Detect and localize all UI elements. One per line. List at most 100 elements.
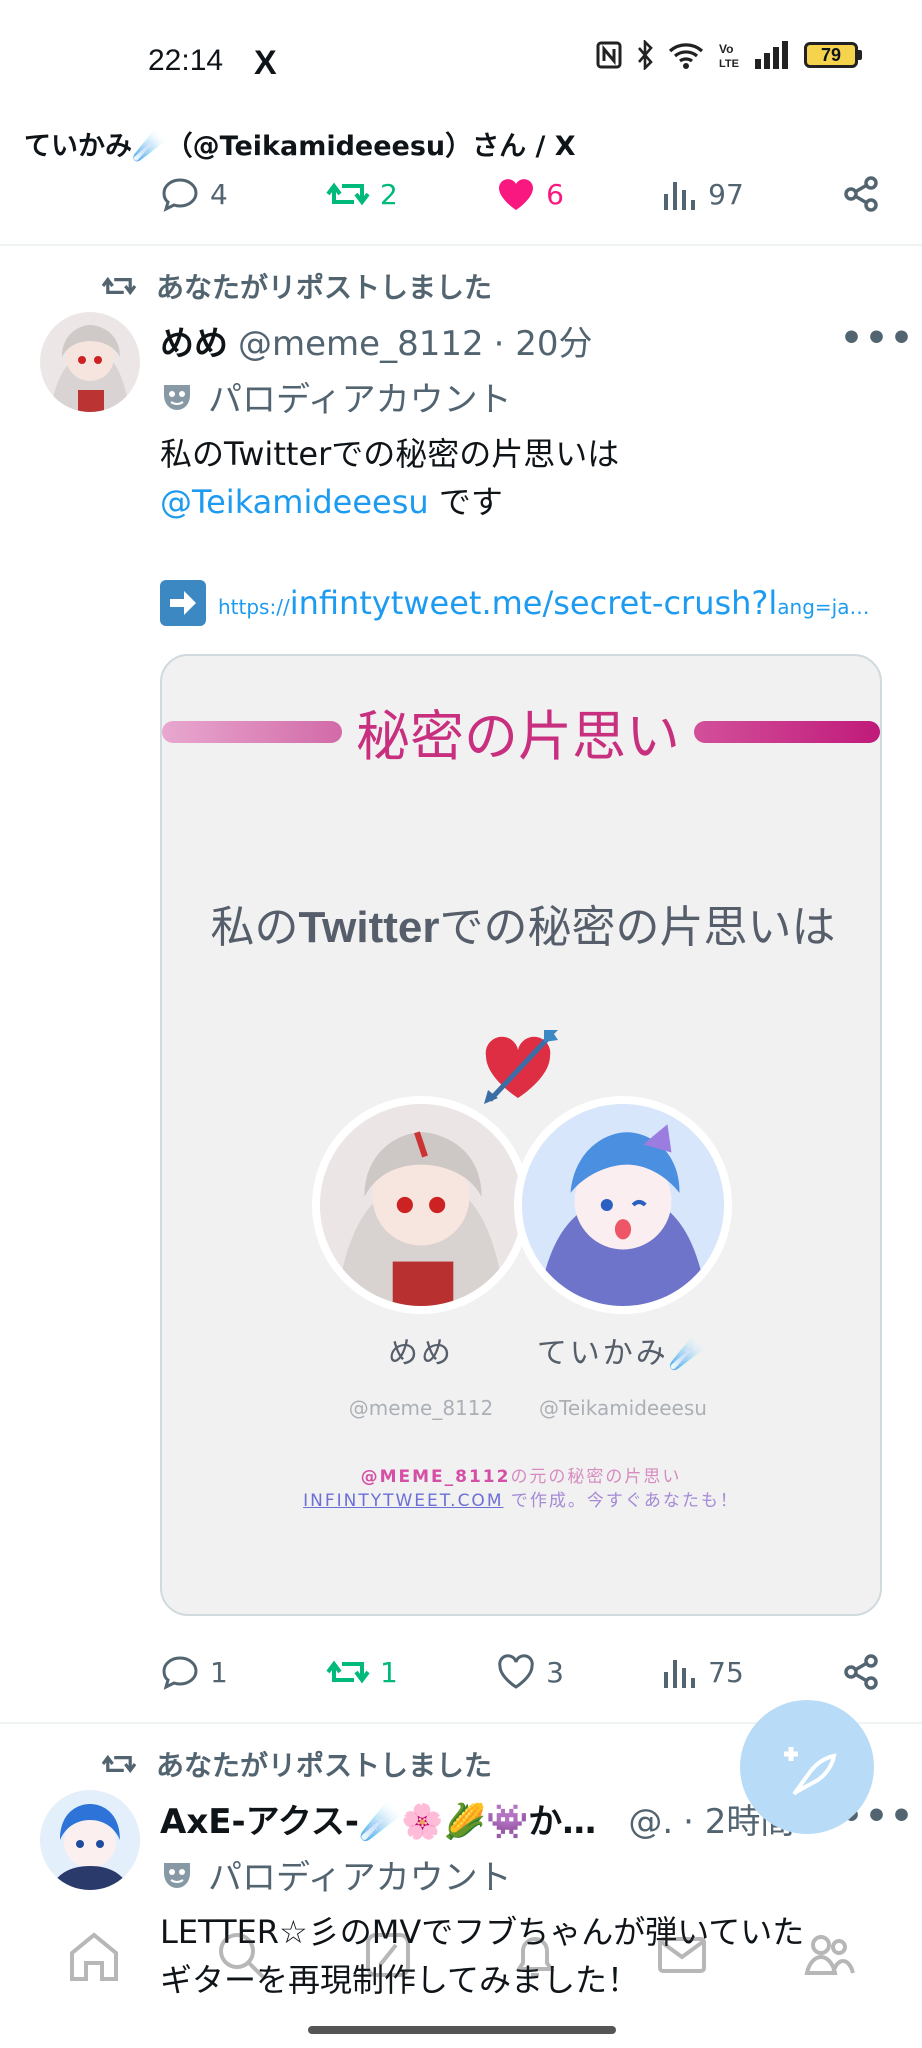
repost-count: 1 [380,1655,398,1689]
tweet-time: · 20分 [493,324,593,364]
status-time: 22:14 [148,44,224,77]
author-name[interactable]: めめ [160,316,228,365]
mail-icon [657,1937,706,1973]
wifi-icon [668,43,704,69]
link-card[interactable]: 秘密の片思い 私のTwitterでの秘密の片思いは めめ ていかみ☄️ @mem… [160,654,882,1616]
grok-icon [365,1933,410,1977]
author-name[interactable]: AxE-アクス-☄️🌸🌽👾か… [160,1794,596,1843]
tweet-url-link[interactable]: https://infintytweet.me/secret-crush?l an… [218,584,870,622]
card-left-name: めめ [388,1336,454,1371]
card-footer-site[interactable]: INFINTYTWEET.COM [303,1491,503,1511]
bluetooth-icon [638,40,653,70]
card-footer-line2: INFINTYTWEET.COM で作成。今すぐあなたも！ [162,1486,880,1511]
url-prefix: https:// [218,595,290,619]
more-options-button[interactable]: ••• [840,318,915,359]
heart-filled-icon [499,179,534,210]
card-right-handle: @Teikamideeesu [539,1396,707,1420]
views-count: 97 [708,177,744,211]
card-left-handle: @meme_8112 [348,1396,494,1420]
like-count: 6 [546,177,564,211]
gesture-bar [308,2026,616,2034]
bottom-nav [0,1890,922,2020]
reply-button[interactable]: 1 [160,1652,228,1692]
views-button[interactable]: 97 [662,176,744,212]
nfc-icon [596,41,622,69]
share-icon [844,1654,878,1690]
nav-search[interactable] [201,1915,281,1995]
card-message-brand: Twitter [298,903,440,952]
views-icon [664,1660,696,1688]
share-button[interactable] [842,175,880,213]
compose-button[interactable] [740,1700,874,1834]
repost-button[interactable]: 2 [326,174,398,214]
title-bar-right [694,720,880,743]
share-button[interactable] [842,1653,880,1691]
views-count: 75 [708,1655,744,1689]
svg-text:Vo: Vo [719,42,733,56]
card-avatar-right [514,1096,732,1314]
arrow-right-icon [160,580,206,626]
card-footer-text2: で作成。今すぐあなたも！ [503,1491,739,1511]
title-bar-left [162,720,342,743]
nav-messages[interactable] [642,1915,722,1995]
tweet-link-row: https://infintytweet.me/secret-crush?l an… [160,580,870,626]
parody-badge: パロディアカウント [160,372,512,421]
reply-icon [162,1656,198,1690]
battery-icon: 79 [804,42,862,68]
nav-grok[interactable] [348,1915,428,1995]
repost-icon [326,182,370,206]
compose-feather-icon [784,1747,837,1796]
bell-icon [514,1937,555,1977]
card-message: 私のTwitterでの秘密の片思いは [202,900,844,956]
repost-label: あなたがリポストしました [156,271,493,304]
card-avatar-left [312,1096,530,1314]
author-handle[interactable]: @meme_8112 [238,324,484,364]
reply-count: 1 [210,1655,228,1689]
repost-small-icon [101,276,137,296]
card-footer-line1: @MEME_8112の元の秘密の片思い [162,1462,880,1487]
card-footer-handle: @MEME_8112 [360,1467,511,1487]
search-icon [218,1933,264,1979]
reply-count: 4 [210,177,228,211]
volte-icon: Vo LTE [719,42,739,70]
tweet-actions: 1 1 3 75 [160,1652,880,1692]
views-icon [664,182,696,210]
card-right-name: ていかみ☄️ [536,1336,710,1371]
author-handle[interactable]: @. [628,1802,673,1842]
prev-tweet-actions: 4 2 6 97 [160,174,880,214]
avatar[interactable] [40,1790,140,1890]
url-tail: ang=ja… [777,595,870,619]
card-footer-text1: の元の秘密の片思い [510,1467,682,1487]
card-message-post: での秘密の片思いは [439,902,836,953]
repost-label: あなたがリポストしました [156,1749,493,1782]
nav-notifications[interactable] [495,1915,575,1995]
nav-home[interactable] [54,1915,134,1995]
tweet-text-suffix: です [428,483,503,521]
repost-button[interactable]: 1 [326,1652,398,1692]
repost-indicator: あなたがリポストしました [100,266,492,306]
card-message-pre: 私の [210,902,299,953]
divider [0,244,922,246]
repost-count: 2 [380,177,398,211]
reply-button[interactable]: 4 [160,174,228,214]
signal-icon [755,41,788,69]
card-title: 秘密の片思い [356,705,680,768]
status-icons: Vo LTE 79 [596,40,862,70]
avatar[interactable] [40,312,140,412]
like-button[interactable]: 3 [496,1652,564,1692]
views-button[interactable]: 75 [662,1654,744,1690]
x-logo-icon: X [254,44,277,82]
tweet-body: 私のTwitterでの秘密の片思いは @Teikamideeesu です [160,430,880,526]
card-title-row: 秘密の片思い [162,692,880,771]
mention-link[interactable]: @Teikamideeesu [160,483,429,521]
tweet-text-line: 私のTwitterでの秘密の片思いは [160,435,620,473]
mask-icon [164,384,190,410]
like-button[interactable]: 6 [496,174,564,214]
repost-icon [326,1660,370,1684]
reply-icon [162,178,198,212]
tweet-author-line: めめ @meme_8112 · 20分 [160,316,593,365]
home-icon [69,1932,118,1981]
nav-communities[interactable] [789,1915,869,1995]
parody-label: パロディアカウント [208,380,512,420]
mask-icon [164,1862,190,1888]
